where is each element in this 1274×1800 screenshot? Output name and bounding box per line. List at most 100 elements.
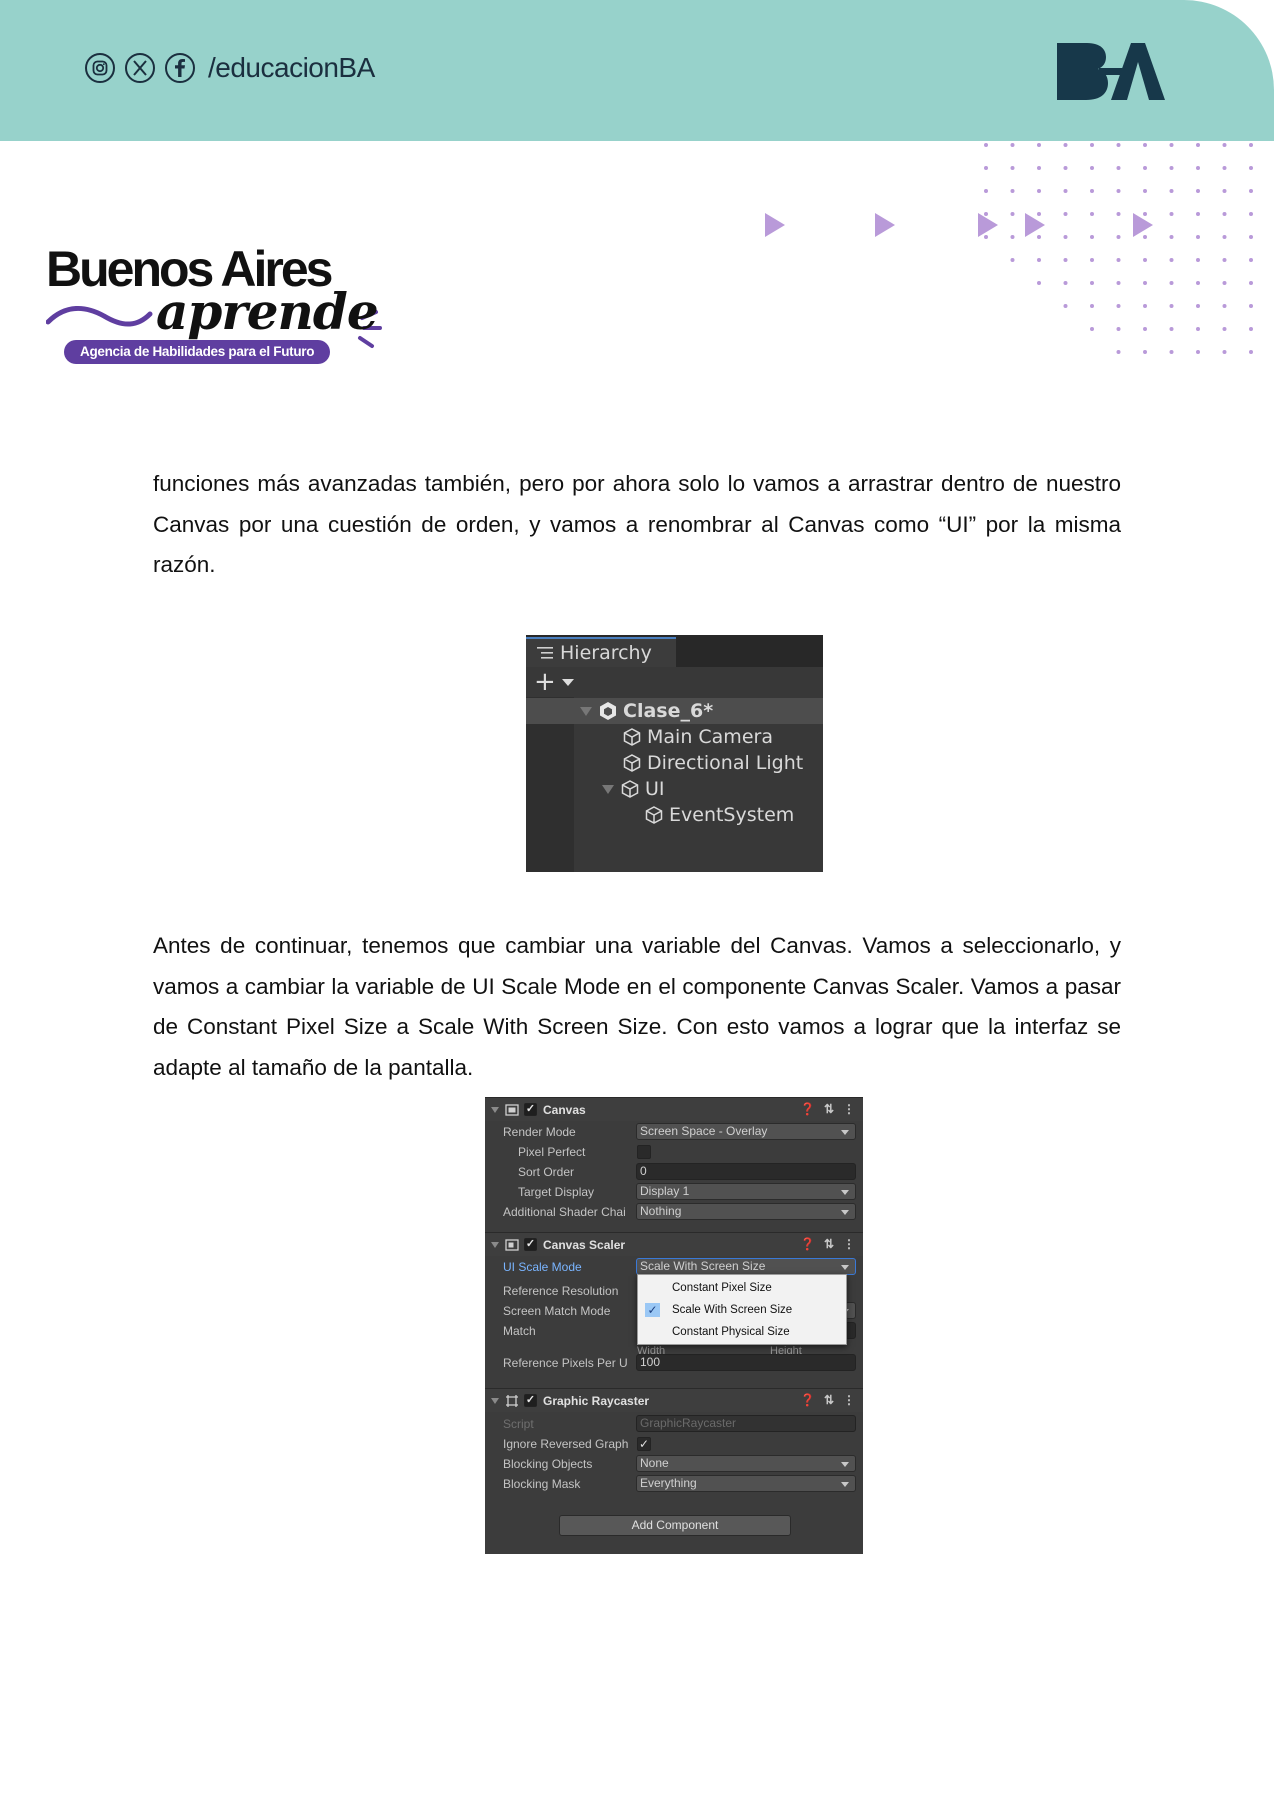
foldout-arrow-icon[interactable] bbox=[491, 1106, 499, 1113]
shader-channels-dropdown[interactable]: Nothing bbox=[636, 1203, 856, 1220]
decor-dot bbox=[1222, 143, 1227, 147]
brand-script: aprende bbox=[156, 282, 379, 341]
more-options-icon[interactable]: ⋮ bbox=[843, 1237, 855, 1251]
decor-dot bbox=[1196, 350, 1200, 354]
component-title: Canvas bbox=[543, 1102, 586, 1117]
blocking-objects-dropdown[interactable]: None bbox=[636, 1455, 856, 1472]
decor-dot bbox=[1116, 327, 1121, 331]
ignore-reversed-checkbox[interactable]: ✓ bbox=[637, 1437, 651, 1451]
decor-dot bbox=[1169, 143, 1174, 147]
presets-icon[interactable]: ⇅ bbox=[824, 1237, 834, 1251]
scene-row[interactable]: Clase_6* bbox=[526, 698, 823, 724]
prop-render-mode: Render Mode Screen Space - Overlay bbox=[485, 1122, 863, 1142]
component-enabled-checkbox[interactable]: ✓ bbox=[524, 1238, 537, 1251]
hierarchy-item-main-camera[interactable]: Main Camera bbox=[526, 724, 823, 750]
checkmark-icon: ✓ bbox=[645, 1303, 660, 1317]
decor-dot bbox=[1196, 281, 1200, 285]
instagram-icon[interactable] bbox=[84, 52, 116, 84]
canvas-scaler-header[interactable]: ✓ Canvas Scaler ❓ ⇅ ⋮ bbox=[485, 1232, 863, 1256]
prop-target-display: Target Display Display 1 bbox=[485, 1182, 863, 1202]
blocking-mask-dropdown[interactable]: Everything bbox=[636, 1475, 856, 1492]
add-object-button[interactable]: + bbox=[534, 669, 556, 695]
gameobject-icon bbox=[623, 728, 641, 746]
ba-logo bbox=[1057, 43, 1165, 100]
reference-pixels-input[interactable]: 100 bbox=[636, 1354, 856, 1371]
body-paragraph-2: Antes de continuar, tenemos que cambiar … bbox=[153, 933, 1121, 1080]
sort-order-input[interactable]: 0 bbox=[636, 1163, 856, 1180]
chevron-down-icon[interactable] bbox=[562, 679, 574, 686]
foldout-arrow-icon[interactable] bbox=[580, 706, 592, 716]
decor-dot bbox=[1196, 327, 1200, 331]
decor-dot bbox=[1116, 281, 1121, 285]
decor-dot bbox=[1063, 143, 1068, 147]
decor-dot bbox=[1063, 258, 1068, 262]
graphic-raycaster-header[interactable]: ✓ Graphic Raycaster ❓ ⇅ ⋮ bbox=[485, 1388, 863, 1412]
decor-dot bbox=[1169, 281, 1174, 285]
menu-item-constant-physical-size[interactable]: Constant Physical Size bbox=[638, 1321, 846, 1343]
prop-label: Reference Resolution bbox=[503, 1284, 619, 1298]
foldout-arrow-icon[interactable] bbox=[491, 1241, 499, 1248]
decor-dot bbox=[1143, 212, 1147, 216]
prop-label: Pixel Perfect bbox=[518, 1145, 586, 1159]
decor-dot bbox=[1037, 143, 1041, 147]
foldout-arrow-icon[interactable] bbox=[491, 1397, 499, 1404]
facebook-icon[interactable] bbox=[164, 52, 196, 84]
decor-dot bbox=[1222, 350, 1227, 354]
decor-dot bbox=[1249, 143, 1253, 147]
more-options-icon[interactable]: ⋮ bbox=[843, 1393, 855, 1407]
more-options-icon[interactable]: ⋮ bbox=[843, 1102, 855, 1116]
hierarchy-item-ui[interactable]: UI bbox=[526, 776, 823, 802]
target-display-dropdown[interactable]: Display 1 bbox=[636, 1183, 856, 1200]
prop-blocking-objects: Blocking Objects None bbox=[485, 1454, 863, 1474]
prop-label: UI Scale Mode bbox=[503, 1260, 582, 1274]
hierarchy-item-eventsystem[interactable]: EventSystem bbox=[526, 802, 823, 828]
menu-item-label: Scale With Screen Size bbox=[672, 1304, 793, 1316]
hierarchy-item-directional-light[interactable]: Directional Light bbox=[526, 750, 823, 776]
component-enabled-checkbox[interactable]: ✓ bbox=[524, 1103, 537, 1116]
ui-scale-mode-dropdown[interactable]: Scale With Screen Size bbox=[636, 1258, 856, 1275]
decor-dot bbox=[1169, 212, 1174, 216]
menu-item-constant-pixel-size[interactable]: Constant Pixel Size bbox=[638, 1277, 846, 1299]
presets-icon[interactable]: ⇅ bbox=[824, 1393, 834, 1407]
prop-label: Sort Order bbox=[518, 1165, 575, 1179]
decor-dot bbox=[984, 166, 988, 170]
decor-dot bbox=[1090, 212, 1094, 216]
decor-dot bbox=[1143, 189, 1147, 193]
prop-reference-pixels: Reference Pixels Per U 100 bbox=[485, 1353, 863, 1373]
prop-blocking-mask: Blocking Mask Everything bbox=[485, 1474, 863, 1494]
help-icon[interactable]: ❓ bbox=[800, 1102, 815, 1116]
prop-label: Target Display bbox=[518, 1185, 595, 1199]
prop-script: Script GraphicRaycaster bbox=[485, 1414, 863, 1434]
decor-dot bbox=[1063, 304, 1068, 308]
x-twitter-icon[interactable] bbox=[124, 52, 156, 84]
component-enabled-checkbox[interactable]: ✓ bbox=[524, 1394, 537, 1407]
decor-dot bbox=[1090, 166, 1094, 170]
component-tools: ❓ ⇅ ⋮ bbox=[800, 1393, 855, 1407]
render-mode-dropdown[interactable]: Screen Space - Overlay bbox=[636, 1123, 856, 1140]
help-icon[interactable]: ❓ bbox=[800, 1393, 815, 1407]
decor-dot bbox=[1116, 350, 1121, 354]
decor-dot bbox=[1090, 281, 1094, 285]
body-paragraph-1: funciones más avanzadas también, pero po… bbox=[153, 471, 1121, 577]
decor-dot bbox=[1116, 235, 1121, 239]
script-field: GraphicRaycaster bbox=[636, 1415, 856, 1432]
decor-dot bbox=[1196, 212, 1200, 216]
decor-dot bbox=[1037, 212, 1041, 216]
gameobject-icon bbox=[621, 780, 639, 798]
inspector-panel-screenshot: ✓ Canvas ❓ ⇅ ⋮ Render Mode Screen Space … bbox=[485, 1097, 863, 1554]
pixel-perfect-checkbox[interactable] bbox=[637, 1145, 651, 1159]
decor-dot bbox=[1037, 189, 1041, 193]
help-icon[interactable]: ❓ bbox=[800, 1237, 815, 1251]
tab-hierarchy[interactable]: Hierarchy bbox=[526, 637, 676, 667]
decor-dot bbox=[1090, 189, 1094, 193]
foldout-arrow-icon[interactable] bbox=[602, 784, 614, 794]
decor-dot bbox=[1222, 212, 1227, 216]
add-component-button[interactable]: Add Component bbox=[559, 1515, 791, 1536]
tab-hierarchy-label: Hierarchy bbox=[560, 642, 652, 664]
menu-item-scale-with-screen-size[interactable]: ✓ Scale With Screen Size bbox=[638, 1299, 846, 1321]
scene-name: Clase_6* bbox=[623, 700, 714, 722]
presets-icon[interactable]: ⇅ bbox=[824, 1102, 834, 1116]
canvas-component-header[interactable]: ✓ Canvas ❓ ⇅ ⋮ bbox=[485, 1097, 863, 1121]
prop-sort-order: Sort Order 0 bbox=[485, 1162, 863, 1182]
decor-dot bbox=[1249, 212, 1253, 216]
